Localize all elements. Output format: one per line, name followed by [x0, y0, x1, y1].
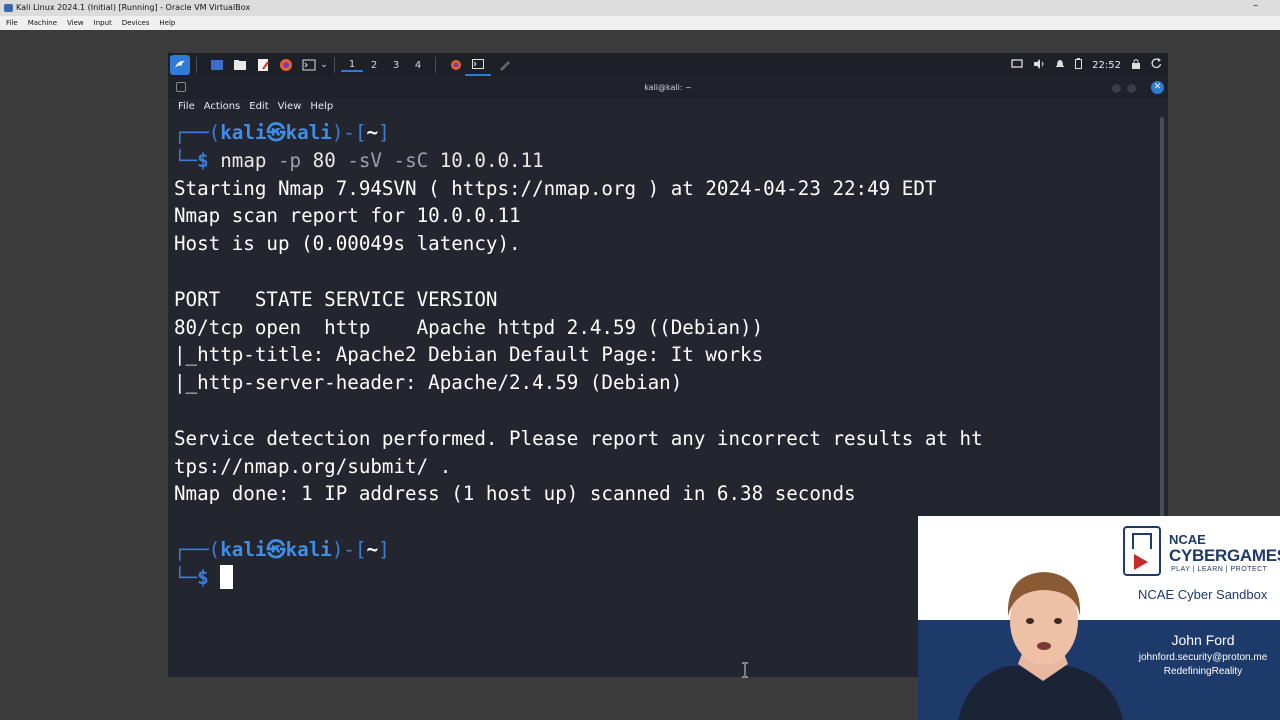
- firefox-icon[interactable]: [277, 56, 295, 74]
- terminal-taskbar-icon[interactable]: [465, 54, 491, 76]
- command-line: └─$ nmap -p 80 -sV -sC 10.0.0.11: [174, 148, 544, 172]
- panel-separator: [435, 57, 436, 73]
- vbox-menu-machine[interactable]: Machine: [28, 16, 57, 30]
- prompt-at: ㉿: [266, 537, 286, 561]
- kali-menu-icon[interactable]: [170, 55, 190, 75]
- command-arg: 80: [301, 148, 348, 172]
- firefox-taskbar-icon[interactable]: [447, 56, 465, 74]
- minimize-button[interactable]: –: [1253, 0, 1258, 14]
- vbox-titlebar: Kali Linux 2024.1 (Initial) [Running] - …: [0, 0, 1280, 16]
- terminal-launcher-icon[interactable]: [300, 56, 318, 74]
- output-line: 80/tcp open http Apache httpd 2.4.59 ((D…: [174, 315, 764, 339]
- logo-tagline: PLAY | LEARN | PROTECT: [1171, 566, 1268, 573]
- presenter-channel: RedefiningReality: [1163, 666, 1243, 677]
- logout-icon[interactable]: [1151, 58, 1162, 72]
- terminal-menubar: File Actions Edit View Help: [168, 99, 1168, 115]
- prompt-line: ┌──(kali㉿kali)-[~]: [174, 121, 390, 144]
- logo-line1: NCAE: [1169, 532, 1206, 547]
- presenter-name: John Ford: [1171, 632, 1235, 648]
- vbox-menubar: File Machine View Input Devices Help: [0, 16, 1280, 30]
- vbox-window-title: Kali Linux 2024.1 (Initial) [Running] - …: [16, 3, 251, 12]
- output-line: Nmap scan report for 10.0.0.11: [174, 204, 521, 228]
- vbox-menu-help[interactable]: Help: [159, 16, 175, 30]
- output-line: |_http-server-header: Apache/2.4.59 (Deb…: [174, 371, 683, 395]
- panel-separator: [334, 57, 335, 73]
- volume-icon[interactable]: [1033, 58, 1045, 72]
- command-bin: nmap: [220, 148, 267, 172]
- presenter-subtitle: NCAE Cyber Sandbox: [1138, 587, 1268, 602]
- prompt-host: kali: [285, 121, 332, 144]
- kali-top-panel: ⌄ 1 2 3 4 22:52: [168, 53, 1168, 77]
- workspace-4[interactable]: 4: [407, 60, 429, 71]
- output-line: Host is up (0.00049s latency).: [174, 232, 521, 256]
- terminal-menu-help[interactable]: Help: [310, 99, 333, 115]
- terminal-title: kali@kali: ~: [644, 83, 692, 92]
- vbox-menu-devices[interactable]: Devices: [122, 16, 150, 30]
- text-cursor: [220, 564, 234, 589]
- prompt-dir: ~: [366, 121, 379, 144]
- battery-icon[interactable]: [1075, 58, 1083, 72]
- file-manager-icon[interactable]: [231, 56, 249, 74]
- workspace-1[interactable]: 1: [341, 59, 363, 72]
- terminal-menu-view[interactable]: View: [278, 99, 302, 115]
- notification-bell-icon[interactable]: [1055, 58, 1065, 72]
- vbox-menu-file[interactable]: File: [6, 16, 18, 30]
- window-menu-icon[interactable]: [176, 82, 186, 92]
- mouse-ibeam-cursor-icon: [742, 662, 748, 678]
- output-line: PORT STATE SERVICE VERSION: [174, 287, 498, 311]
- terminal-menu-file[interactable]: File: [178, 99, 195, 115]
- prompt-user: kali: [220, 537, 267, 561]
- prompt-host: kali: [285, 537, 332, 561]
- output-line: |_http-title: Apache2 Debian Default Pag…: [174, 343, 764, 367]
- text-editor-icon[interactable]: [254, 56, 272, 74]
- command-arg: -p: [266, 148, 302, 172]
- prompt-at: ㉿: [266, 121, 286, 144]
- prompt-dir: ~: [366, 537, 379, 561]
- command-arg: -sV: [347, 148, 382, 172]
- output-line: Service detection performed. Please repo…: [174, 426, 983, 450]
- command-arg: -sC: [381, 148, 429, 172]
- logo-line2: CYBERGAMES: [1169, 546, 1280, 565]
- command-arg: 10.0.0.11: [428, 148, 544, 172]
- show-desktop-icon[interactable]: [208, 56, 226, 74]
- maximize-window-button[interactable]: [1127, 84, 1136, 93]
- output-line: tps://nmap.org/submit/ .: [174, 454, 452, 478]
- workspace-3[interactable]: 3: [385, 60, 407, 71]
- terminal-menu-edit[interactable]: Edit: [249, 99, 268, 115]
- chevron-down-icon[interactable]: ⌄: [320, 56, 328, 74]
- virtualbox-icon: [4, 4, 13, 12]
- terminal-menu-actions[interactable]: Actions: [204, 99, 241, 115]
- presenter-email: johnford.security@proton.me: [1138, 652, 1268, 663]
- close-window-button[interactable]: ✕: [1151, 81, 1164, 94]
- display-icon[interactable]: [1011, 58, 1023, 72]
- terminal-titlebar[interactable]: kali@kali: ~ ✕: [168, 77, 1168, 99]
- output-line: Nmap done: 1 IP address (1 host up) scan…: [174, 482, 856, 506]
- pen-tool-icon[interactable]: [496, 56, 514, 74]
- presenter-overlay: NCAE CYBERGAMES PLAY | LEARN | PROTECT N…: [918, 516, 1280, 720]
- prompt-user: kali: [220, 121, 267, 144]
- minimize-window-button[interactable]: [1112, 84, 1121, 93]
- vbox-menu-view[interactable]: View: [67, 16, 84, 30]
- lock-icon[interactable]: [1131, 58, 1141, 72]
- vbox-menu-input[interactable]: Input: [94, 16, 112, 30]
- panel-separator: [196, 57, 197, 73]
- workspace-2[interactable]: 2: [363, 60, 385, 71]
- panel-clock[interactable]: 22:52: [1092, 60, 1121, 71]
- output-line: Starting Nmap 7.94SVN ( https://nmap.org…: [174, 176, 937, 200]
